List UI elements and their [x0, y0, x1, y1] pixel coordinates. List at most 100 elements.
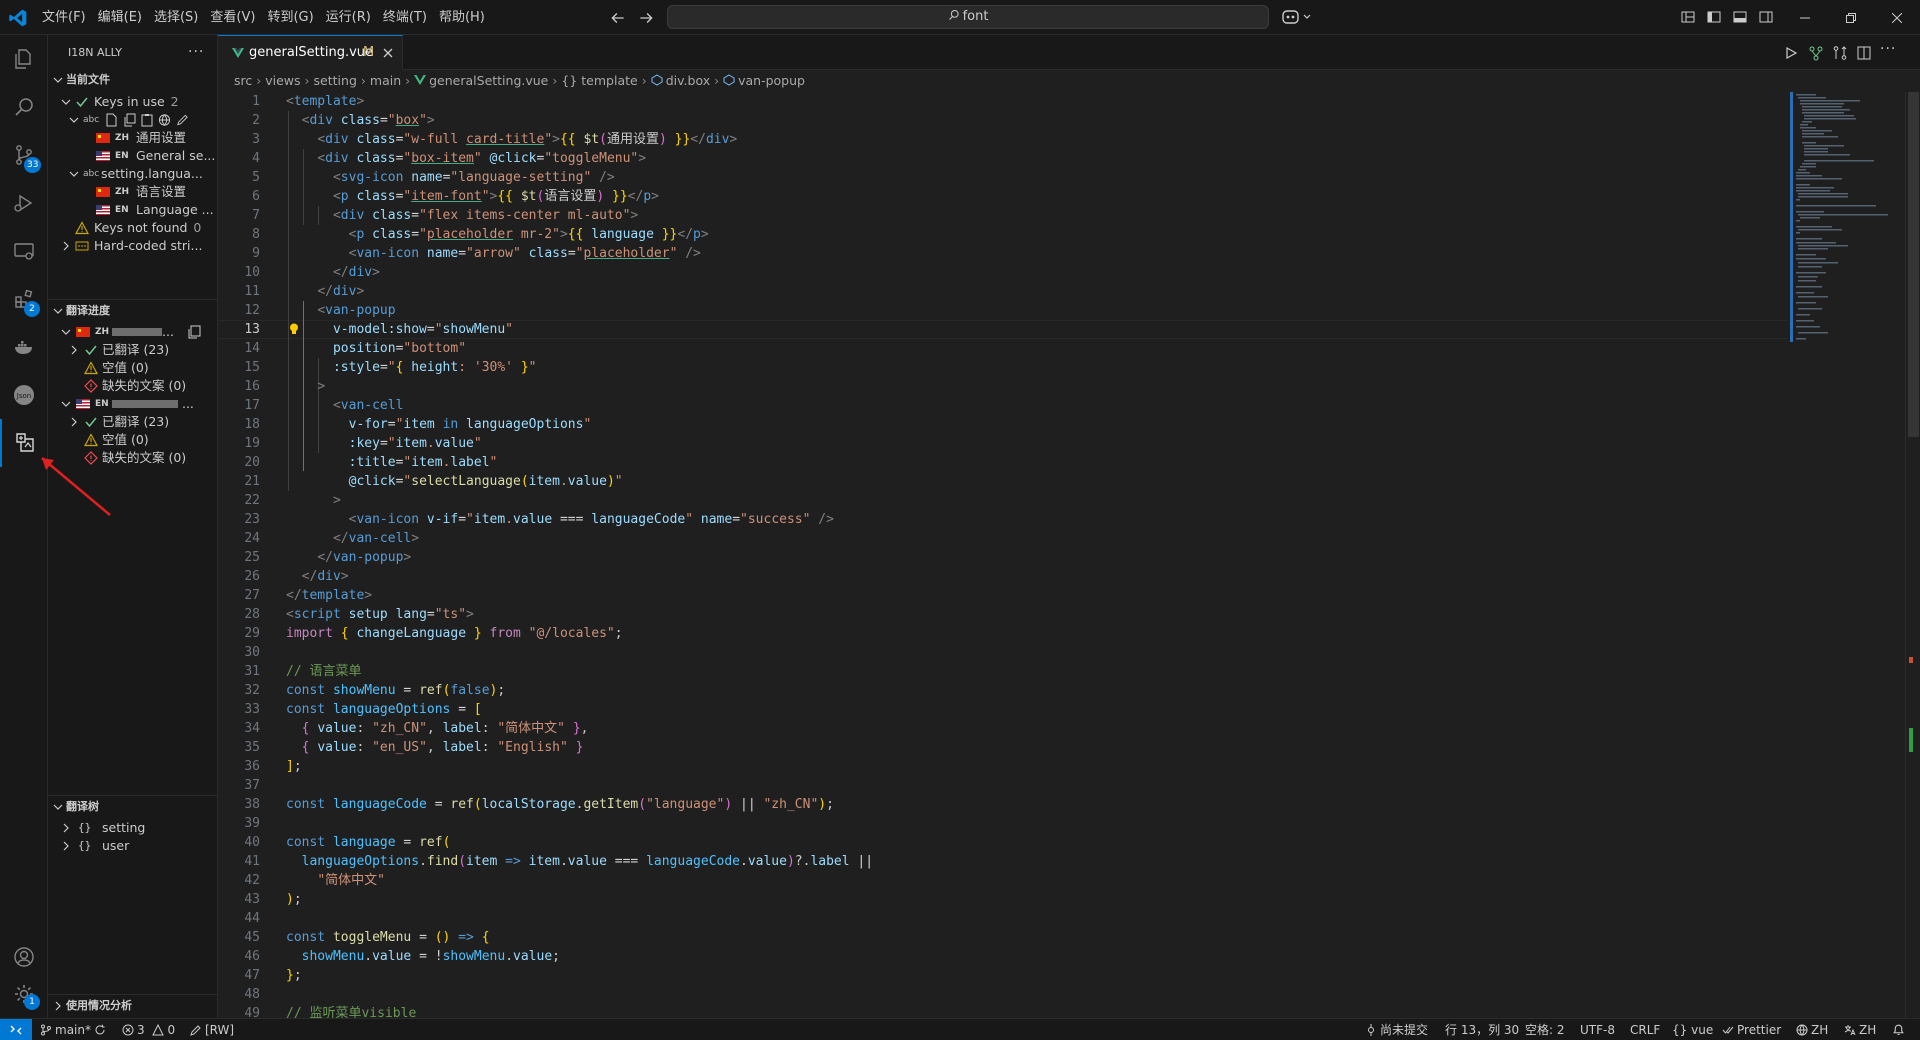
notifications-button[interactable]	[1892, 1019, 1908, 1040]
section-current-file[interactable]: 当前文件	[48, 69, 217, 91]
breadcrumb-item[interactable]: generalSetting.vue	[429, 73, 548, 88]
menu-edit[interactable]: 编辑(E)	[92, 0, 148, 35]
i18n-ally-button[interactable]	[0, 419, 48, 467]
line-number: 8	[252, 227, 260, 242]
svg-text:Json: Json	[16, 392, 31, 400]
more-actions-button[interactable]: ···	[188, 44, 204, 60]
chevron-down-icon	[53, 308, 63, 314]
remote-explorer-button[interactable]	[0, 227, 48, 275]
indentation[interactable]: 空格: 2	[1525, 1019, 1565, 1040]
toggle-secondary-sidebar-icon[interactable]	[1758, 9, 1774, 25]
breadcrumb-item[interactable]: src	[234, 73, 252, 88]
menu-terminal[interactable]: 终端(T)	[377, 0, 433, 35]
breadcrumb-item[interactable]: setting	[314, 73, 357, 88]
missing-diamond-icon	[84, 379, 98, 393]
run-icon[interactable]	[1783, 45, 1799, 61]
end-of-line[interactable]: CRLF	[1630, 1019, 1660, 1040]
chevron-right-icon	[63, 841, 69, 851]
line-number: 29	[244, 626, 260, 641]
cursor-position[interactable]: 行 13，列 30	[1445, 1019, 1519, 1040]
sync-button[interactable]	[94, 1019, 109, 1040]
json-button[interactable]: Json	[0, 371, 48, 419]
remote-indicator[interactable]	[0, 1019, 32, 1040]
tab-generalsetting-vue[interactable]: generalSetting.vue M	[218, 35, 403, 70]
section-translation-tree[interactable]: 翻译树	[48, 795, 217, 817]
code-line: <script setup lang="ts">	[286, 607, 474, 622]
minimize-button[interactable]	[1782, 0, 1828, 35]
restore-button[interactable]	[1828, 0, 1874, 35]
tree-item-hardcoded[interactable]: Hard-coded stri...	[48, 235, 217, 257]
manage-button[interactable]: 1	[0, 970, 48, 1018]
code-line: position="bottom"	[332, 341, 467, 356]
explorer-button[interactable]	[0, 35, 48, 83]
close-tab-icon[interactable]	[382, 47, 394, 59]
vertical-scrollbar[interactable]	[1905, 92, 1920, 1018]
breadcrumb-item[interactable]: {} template	[561, 73, 637, 88]
search-view-button[interactable]	[0, 83, 48, 131]
problems-indicator[interactable]: 3 0	[122, 1019, 175, 1040]
tab-label: generalSetting.vue	[249, 45, 374, 60]
breadcrumb-item[interactable]: div.box	[666, 73, 710, 88]
menu-selection[interactable]: 选择(S)	[148, 0, 204, 35]
back-arrow-icon[interactable]	[609, 9, 627, 27]
menu-view[interactable]: 查看(V)	[204, 0, 261, 35]
modified-indicator: M	[363, 45, 375, 60]
open-locale-file-icon[interactable]	[188, 325, 202, 339]
progress-missing[interactable]: 缺失的文案 (0)	[48, 447, 217, 469]
menu-run[interactable]: 运行(R)	[320, 0, 377, 35]
i18n-source-locale[interactable]: ZH	[1844, 1019, 1876, 1040]
paste-icon[interactable]	[141, 113, 153, 127]
forward-arrow-icon[interactable]	[637, 9, 655, 27]
run-debug-button[interactable]	[0, 179, 48, 227]
code-line: :key="item.value"	[348, 436, 482, 451]
section-usage-analysis[interactable]: 使用情况分析	[48, 994, 217, 1016]
git-compare-icon[interactable]	[1808, 45, 1824, 61]
code-line: :style="{ height: '30%' }"	[332, 360, 537, 375]
globe-icon	[1796, 1024, 1808, 1036]
minimap[interactable]	[1790, 92, 1905, 352]
line-number: 17	[244, 398, 260, 413]
breadcrumb-item[interactable]: van-popup	[738, 73, 805, 88]
copilot-icon[interactable]	[1280, 7, 1314, 27]
language-mode[interactable]: {} vue	[1672, 1019, 1713, 1040]
code-editor[interactable]: 1 2 3 4 5 6 7 8 9 10 11 12 13 14 15 16 17 18 19 20 21 22 23 24 2…	[218, 92, 1920, 1018]
more-editor-actions-button[interactable]: ···	[1880, 41, 1896, 57]
open-changes-icon[interactable]	[1832, 45, 1848, 61]
customize-layout-icon[interactable]	[1680, 9, 1696, 25]
menu-file[interactable]: 文件(F)	[36, 0, 92, 35]
translate-globe-icon[interactable]	[158, 113, 171, 127]
source-control-button[interactable]: 33	[0, 131, 48, 179]
uncommitted-label: 尚未提交	[1380, 1023, 1429, 1037]
menu-help[interactable]: 帮助(H)	[433, 0, 491, 35]
split-editor-icon[interactable]	[1856, 45, 1872, 61]
close-window-button[interactable]	[1874, 0, 1920, 35]
line-number: 22	[244, 493, 260, 508]
docker-button[interactable]	[0, 323, 48, 371]
line-number: 41	[244, 854, 260, 869]
copy-icon[interactable]	[124, 113, 136, 127]
tree-node-user[interactable]: {} user	[48, 835, 217, 857]
open-file-icon[interactable]	[105, 113, 117, 127]
edit-pencil-icon[interactable]	[176, 113, 189, 127]
section-progress[interactable]: 翻译进度	[48, 299, 217, 321]
command-center-search[interactable]: font	[667, 5, 1269, 29]
toggle-panel-icon[interactable]	[1732, 9, 1748, 25]
readwrite-indicator[interactable]: [RW]	[190, 1019, 234, 1040]
language-label: vue	[1691, 1023, 1714, 1037]
line-number: 3	[252, 132, 260, 147]
breadcrumb-item[interactable]: main	[370, 73, 401, 88]
line-number: 25	[244, 550, 260, 565]
encoding[interactable]: UTF-8	[1580, 1019, 1615, 1040]
toggle-primary-sidebar-icon[interactable]	[1706, 9, 1722, 25]
warning-icon	[75, 221, 89, 235]
line-number: 14	[244, 341, 260, 356]
i18n-display-locale[interactable]: ZH	[1796, 1019, 1828, 1040]
uncommitted-indicator[interactable]: 尚未提交	[1365, 1019, 1428, 1040]
breadcrumb-item[interactable]: views	[265, 73, 300, 88]
scrollbar-thumb[interactable]	[1908, 92, 1919, 437]
menu-go[interactable]: 转到(G)	[261, 0, 319, 35]
extensions-button[interactable]: 2	[0, 275, 48, 323]
prettier-indicator[interactable]: Prettier	[1722, 1019, 1781, 1040]
line-number: 19	[244, 436, 260, 451]
branch-indicator[interactable]: main*	[40, 1019, 91, 1040]
